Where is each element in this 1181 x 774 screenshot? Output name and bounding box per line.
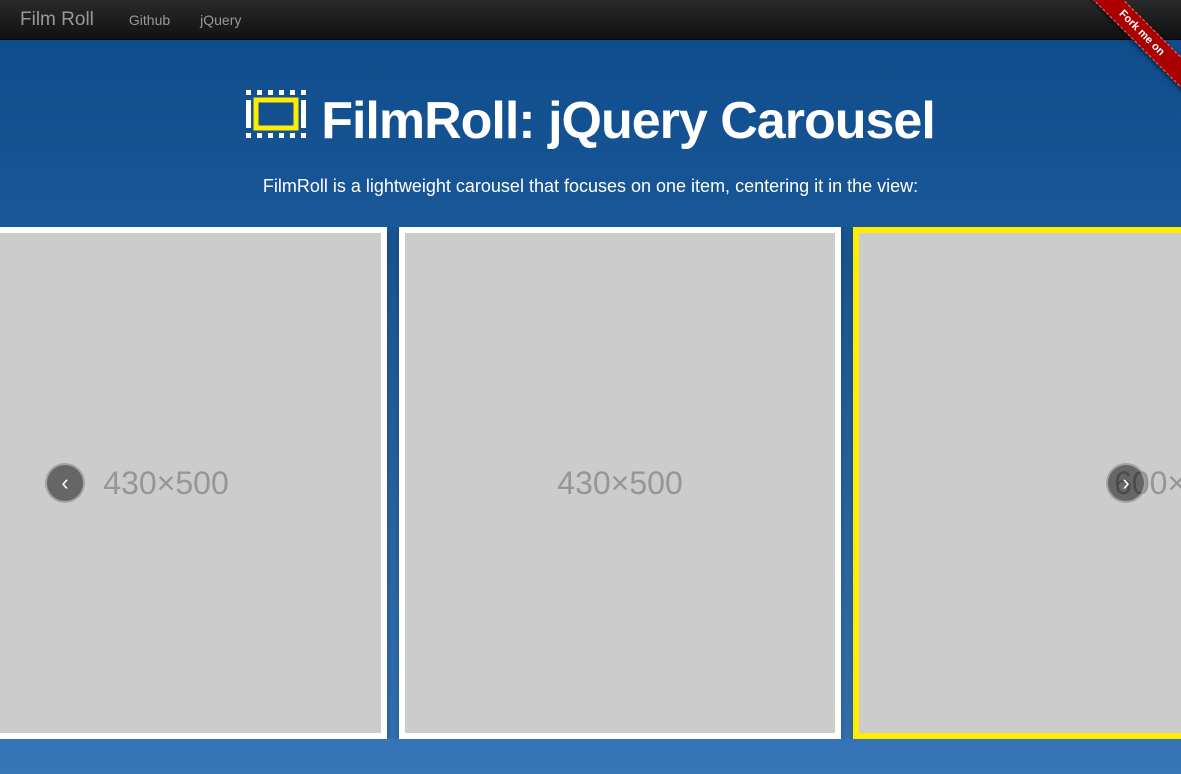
carousel: 430×500 430×500 600×5 ‹ ›	[0, 227, 1181, 739]
page-subtitle: FilmRoll is a lightweight carousel that …	[20, 176, 1161, 197]
carousel-placeholder-image: 430×500	[405, 233, 835, 733]
navbar-link-github[interactable]: Github	[129, 12, 170, 28]
filmroll-logo-icon	[246, 90, 306, 151]
fork-ribbon-container: Fork me on	[1061, 0, 1181, 120]
carousel-prev-button[interactable]: ‹	[45, 463, 85, 503]
carousel-item[interactable]: 430×500	[399, 227, 841, 739]
fork-ribbon[interactable]: Fork me on	[1077, 0, 1181, 97]
chevron-left-icon: ‹	[61, 470, 68, 496]
navbar-link-jquery[interactable]: jQuery	[200, 12, 241, 28]
navbar: Film Roll Github jQuery	[0, 0, 1181, 40]
page-title-text: FilmRoll: jQuery Carousel	[321, 91, 935, 151]
page-title: FilmRoll: jQuery Carousel	[20, 90, 1161, 151]
chevron-right-icon: ›	[1122, 470, 1129, 496]
navbar-brand[interactable]: Film Roll	[20, 9, 94, 31]
hero: FilmRoll: jQuery Carousel FilmRoll is a …	[0, 40, 1181, 227]
carousel-next-button[interactable]: ›	[1106, 463, 1146, 503]
